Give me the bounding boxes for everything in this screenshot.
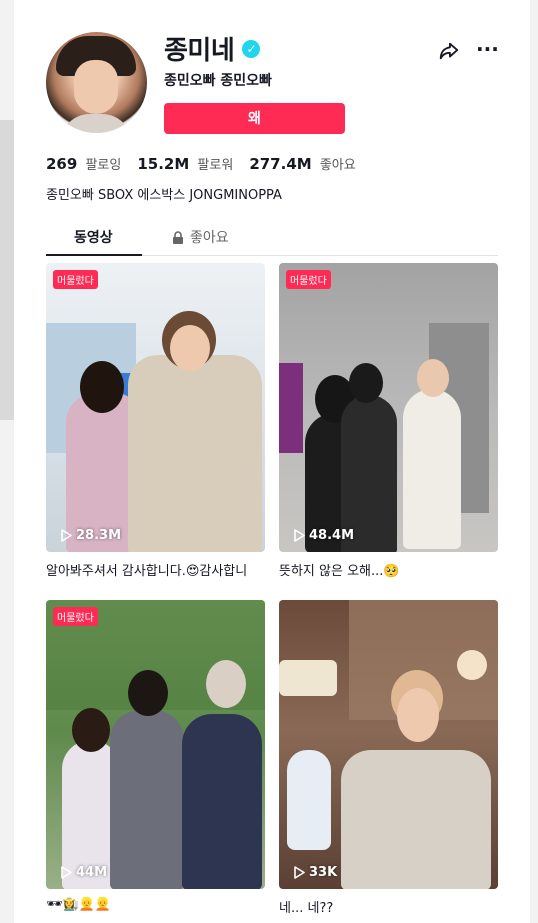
- person-hair: [80, 361, 124, 413]
- lamp-light: [457, 650, 487, 680]
- pinned-badge: 머물렀다: [53, 270, 98, 289]
- stat-following[interactable]: 269 팔로잉: [46, 154, 121, 173]
- tab-likes-label: 좋아요: [190, 230, 229, 246]
- bio: 종민오빠 SBOX 에스박스 JONGMINOPPA: [46, 188, 282, 203]
- tab-likes[interactable]: 좋아요: [172, 227, 229, 247]
- background-stripe: [0, 120, 14, 420]
- view-count-value: 33K: [309, 865, 338, 880]
- more-options-icon[interactable]: ···: [476, 39, 499, 62]
- play-icon: [294, 529, 305, 542]
- view-count: 33K: [293, 865, 337, 880]
- porcelain-vase: [287, 750, 331, 850]
- background-machine: [279, 363, 303, 453]
- background-right: [530, 0, 538, 923]
- video-caption[interactable]: 네... 네??: [279, 897, 498, 916]
- video-thumbnail[interactable]: 머물렀다 48.4M: [279, 263, 498, 552]
- person-hair: [72, 708, 110, 752]
- stat-followers[interactable]: 15.2M 팔로워: [137, 154, 233, 173]
- play-icon: [61, 866, 72, 879]
- profile-panel: 종미네 ✓ 종민오빠 종민오빠 왜 ··· 269 팔로잉 15.2M 팔로워 …: [14, 0, 530, 923]
- view-count: 28.3M: [60, 528, 121, 543]
- video-card[interactable]: 33K 네... 네??: [279, 600, 498, 916]
- view-count: 44M: [60, 865, 107, 880]
- avatar[interactable]: [46, 32, 147, 133]
- stats-row: 269 팔로잉 15.2M 팔로워 277.4M 좋아요: [46, 154, 356, 173]
- avatar-face: [74, 60, 118, 114]
- pinned-badge: 머물렀다: [53, 607, 98, 626]
- lamp-shade: [279, 660, 337, 696]
- stat-label: 좋아요: [319, 158, 356, 173]
- play-icon: [61, 529, 72, 542]
- view-count-value: 44M: [76, 865, 108, 880]
- video-thumbnail[interactable]: 머물렀다 44M: [46, 600, 265, 889]
- video-card[interactable]: 머물렀다 44M 🕶👩‍🌾👱👱: [46, 600, 265, 912]
- view-count: 48.4M: [293, 528, 354, 543]
- video-thumbnail[interactable]: 머물렀다 28.3M: [46, 263, 265, 552]
- verified-badge-icon: ✓: [242, 39, 261, 58]
- view-count-value: 28.3M: [76, 528, 122, 543]
- stat-number: 277.4M: [249, 155, 312, 173]
- view-count-value: 48.4M: [309, 528, 355, 543]
- avatar-shirt: [60, 114, 132, 133]
- video-card[interactable]: 머물렀다 28.3M 알아봐주셔서 감사합니다.😍감사합니: [46, 263, 265, 579]
- person-figure: [110, 710, 184, 889]
- person-figure: [403, 389, 461, 549]
- tab-videos[interactable]: 동영상: [74, 227, 113, 247]
- stat-number: 269: [46, 155, 78, 173]
- stat-label: 팔로잉: [85, 158, 122, 173]
- person-hair: [206, 660, 246, 708]
- video-caption[interactable]: 뜻하지 않은 오해...🥺: [279, 560, 498, 579]
- stat-likes: 277.4M 좋아요: [249, 154, 355, 173]
- person-face: [170, 325, 210, 371]
- share-icon[interactable]: [438, 40, 460, 62]
- video-caption[interactable]: 🕶👩‍🌾👱👱: [46, 897, 265, 912]
- follow-button[interactable]: 왜: [164, 103, 345, 134]
- play-icon: [294, 866, 305, 879]
- video-caption[interactable]: 알아봐주셔서 감사합니다.😍감사합니: [46, 560, 265, 579]
- lock-icon: [173, 230, 183, 244]
- pinned-badge: 머물렀다: [286, 270, 331, 289]
- video-thumbnail[interactable]: 33K: [279, 600, 498, 889]
- person-hair: [349, 363, 383, 403]
- stat-label: 팔로워: [197, 158, 234, 173]
- tab-active-underline: [46, 254, 142, 256]
- person-hair: [128, 670, 168, 716]
- video-card[interactable]: 머물렀다 48.4M 뜻하지 않은 오해...🥺: [279, 263, 498, 579]
- person-figure: [128, 355, 262, 552]
- stat-number: 15.2M: [137, 155, 190, 173]
- profile-tabs: 동영상 좋아요: [46, 222, 498, 256]
- person-face: [417, 359, 449, 397]
- username-row: 종미네 ✓: [164, 30, 261, 67]
- person-figure: [182, 714, 262, 889]
- nickname: 종민오빠 종민오빠: [164, 73, 272, 89]
- person-figure: [341, 750, 491, 889]
- username: 종미네: [164, 36, 235, 66]
- person-face: [397, 688, 439, 742]
